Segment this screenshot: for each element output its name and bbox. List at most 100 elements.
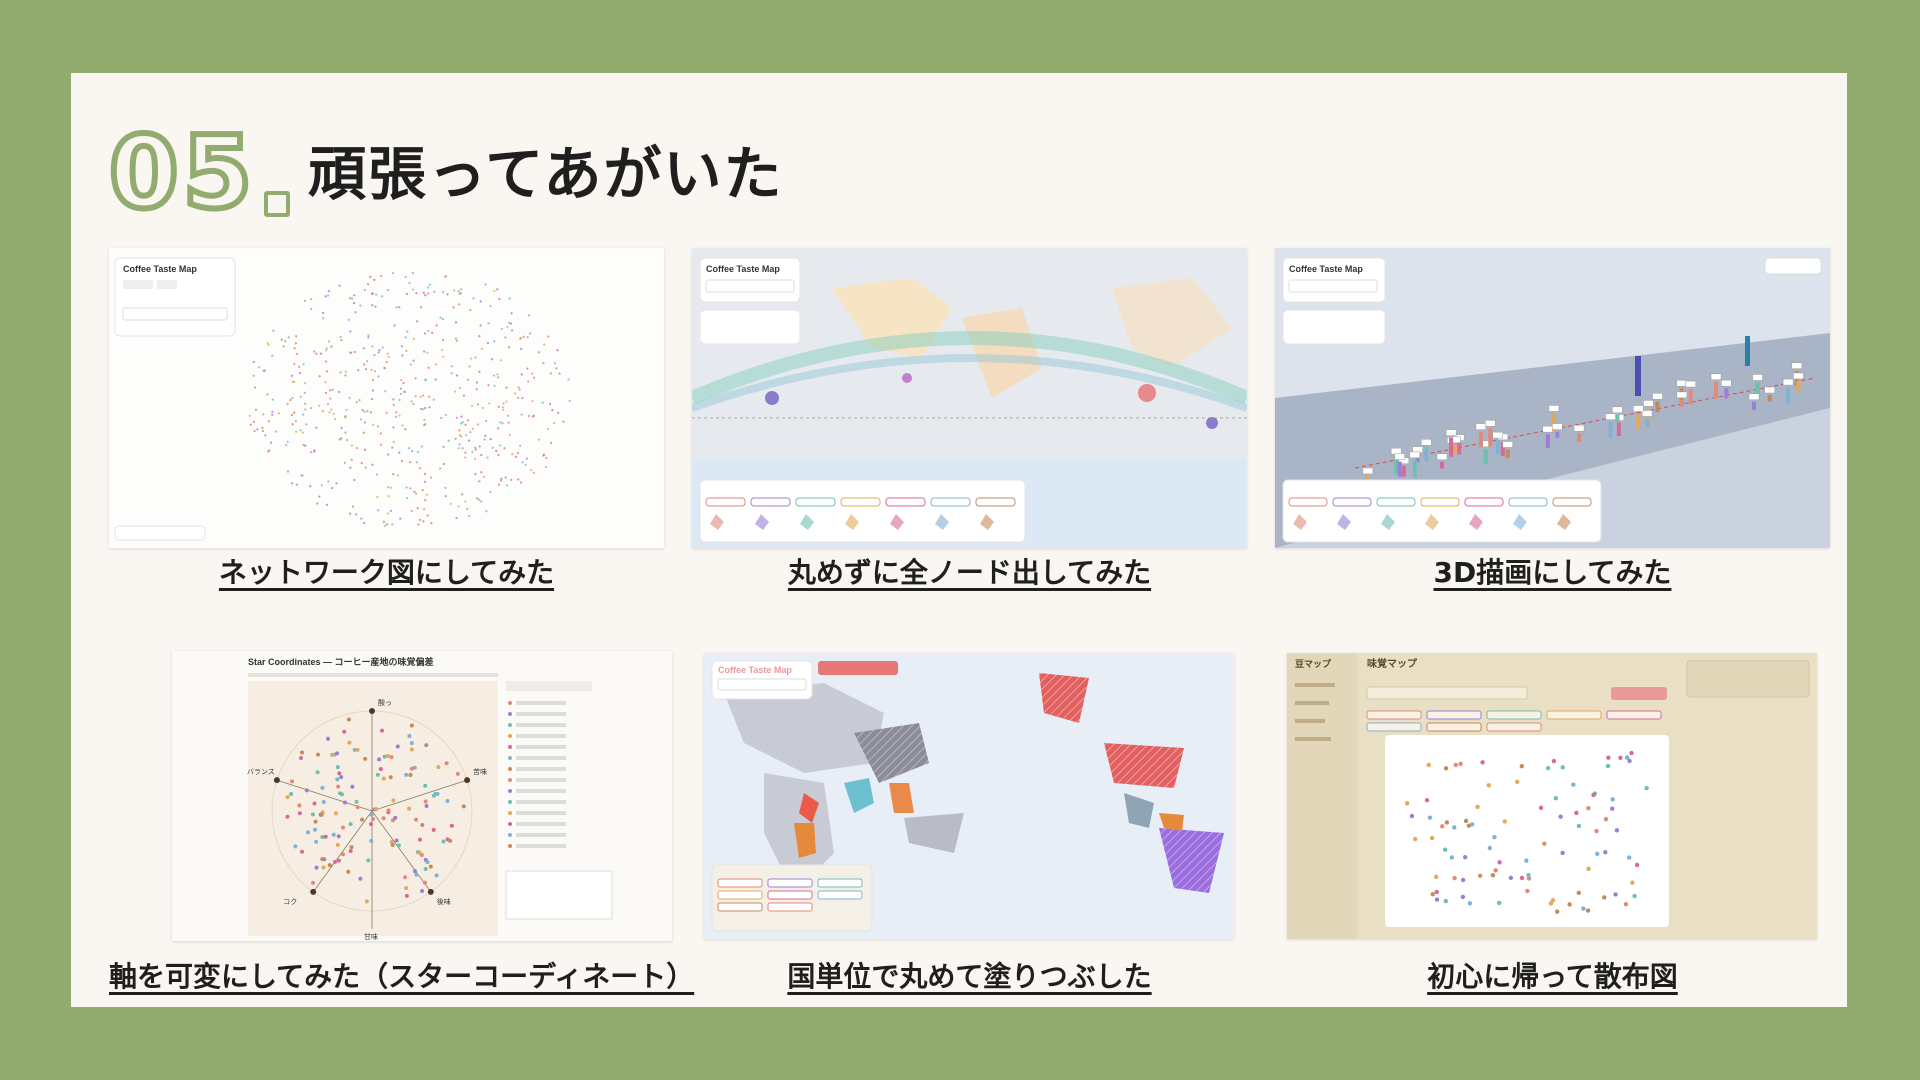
network-node (517, 386, 520, 389)
scatter-point (1614, 828, 1620, 833)
network-node (362, 431, 365, 434)
network-node (499, 359, 503, 362)
network-node (294, 342, 298, 345)
network-node (350, 297, 354, 300)
star-point (333, 811, 338, 816)
star-axis-handle (369, 708, 375, 714)
star-point (310, 812, 315, 817)
network-node (461, 493, 464, 496)
star-point (396, 843, 401, 848)
network-node (384, 390, 387, 393)
star-point (422, 880, 427, 885)
network-node (271, 413, 274, 416)
star-point (342, 729, 347, 734)
network-node (455, 374, 459, 377)
scatter-point (1443, 766, 1449, 771)
network-node (549, 402, 552, 406)
network-node (499, 479, 503, 482)
network-node (367, 334, 370, 337)
star-point (461, 804, 466, 809)
network-node (418, 518, 421, 522)
bar-3d (1453, 444, 1458, 454)
star-coordinates-screenshot: Star Coordinates — コーヒー産地の味覚偏差 酸っ 苦味 後味 コク バ… (172, 651, 672, 941)
star-point (409, 723, 414, 728)
star-point (424, 803, 429, 808)
network-node (496, 288, 499, 291)
network-node (357, 369, 360, 372)
network-node (424, 406, 427, 410)
network-node (461, 421, 464, 424)
bar-3d (1545, 434, 1550, 448)
network-node (501, 406, 505, 409)
network-node (360, 517, 363, 520)
star-point (386, 808, 391, 813)
scatter-point (1480, 760, 1485, 765)
scatter-point (1440, 824, 1445, 829)
network-node (375, 473, 378, 476)
star-list-bar (516, 811, 566, 815)
network-node (373, 354, 376, 357)
section-dot-icon (264, 191, 291, 217)
network-node (399, 517, 402, 520)
scatter-point (1560, 765, 1565, 770)
bar-3d (1615, 414, 1620, 422)
network-node (556, 349, 559, 352)
bar-label (1421, 439, 1432, 446)
legend-chip (1546, 710, 1602, 720)
network-node (469, 308, 472, 312)
star-point (363, 756, 368, 761)
star-point (417, 850, 422, 855)
star-point (336, 784, 341, 789)
network-node (558, 372, 561, 375)
network-node (474, 473, 477, 476)
network-node (478, 445, 481, 448)
star-point (409, 741, 414, 746)
bar-label (1484, 420, 1496, 427)
network-node (510, 478, 513, 482)
network-node (464, 456, 467, 459)
star-point (315, 770, 320, 775)
network-node (546, 427, 550, 431)
star-point (436, 765, 441, 770)
star-point (358, 876, 363, 881)
star-point (403, 875, 408, 880)
star-axis-handle (464, 777, 471, 784)
scatter-point (1492, 835, 1497, 840)
star-list-marker (508, 833, 512, 837)
network-node (473, 457, 477, 460)
network-node (485, 510, 488, 513)
star-list-marker (508, 789, 512, 793)
network-node (446, 293, 449, 296)
network-node (521, 396, 524, 400)
network-node (326, 370, 329, 373)
network-node (442, 355, 445, 358)
network-node (532, 471, 535, 474)
star-point (300, 849, 305, 854)
network-node (371, 345, 374, 348)
network-node (420, 445, 423, 448)
legend-chip (1464, 497, 1504, 507)
star-point (336, 858, 341, 863)
network-node (286, 440, 289, 443)
star-list-marker (508, 800, 512, 804)
star-point (385, 754, 390, 759)
star-point (444, 761, 449, 766)
network-node (493, 289, 496, 293)
network-node (492, 374, 496, 377)
network-node (470, 357, 473, 360)
network-node (408, 461, 412, 464)
network-node (291, 423, 294, 426)
scatter-point (1434, 889, 1439, 895)
app-title: Coffee Taste Map (123, 264, 197, 274)
network-node (322, 317, 325, 320)
bar-3d (1483, 448, 1488, 464)
scatter-point (1429, 835, 1435, 841)
network-node (299, 395, 302, 398)
network-node (398, 451, 401, 454)
network-node (487, 322, 490, 325)
scatter-point (1424, 797, 1430, 803)
network-node (516, 396, 520, 400)
network-node (460, 415, 463, 418)
network-node (363, 521, 366, 524)
network-node (505, 400, 508, 403)
